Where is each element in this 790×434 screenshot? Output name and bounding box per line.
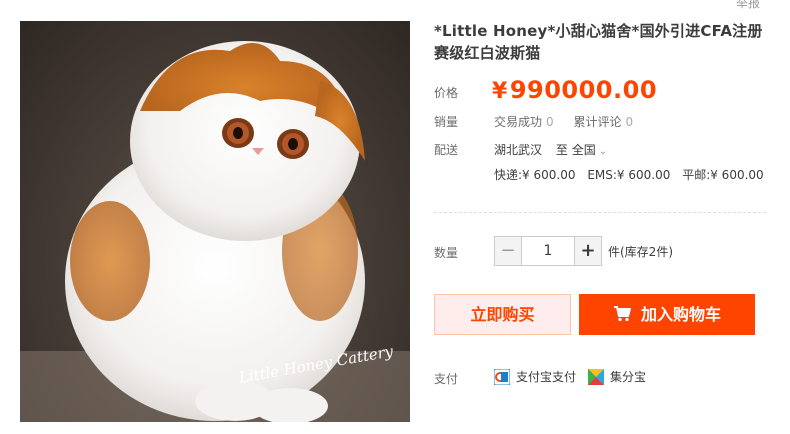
price-value: ¥990000.00 bbox=[492, 76, 657, 104]
product-title: *Little Honey*小甜心猫舍*国外引进CFA注册赛级红白波斯猫 bbox=[434, 22, 763, 62]
quantity-input[interactable]: 1 bbox=[522, 236, 574, 266]
shipping-fees: 快递:¥ 600.00 EMS:¥ 600.00 平邮:¥ 600.00 bbox=[494, 166, 772, 183]
price-amount: 990000.00 bbox=[509, 76, 658, 104]
section-divider bbox=[434, 212, 766, 213]
fee-ems: EMS:¥ 600.00 bbox=[587, 168, 671, 182]
deals-count: 0 bbox=[546, 115, 554, 129]
decrease-quantity-button[interactable]: − bbox=[494, 236, 522, 266]
payment-methods: 支付宝支付 集分宝 bbox=[494, 368, 658, 385]
add-to-cart-button[interactable]: 加入购物车 bbox=[579, 294, 755, 335]
cat-illustration: Little Honey Cattery bbox=[20, 41, 410, 422]
price-label: 价格 bbox=[434, 86, 459, 100]
reviews-label[interactable]: 累计评论 bbox=[573, 115, 621, 129]
payment-method-alipay[interactable]: 支付宝支付 bbox=[494, 368, 576, 385]
shipping-origin: 湖北武汉 bbox=[494, 143, 543, 157]
shipping-destination: 全国 bbox=[571, 143, 596, 157]
increase-quantity-button[interactable]: + bbox=[574, 236, 602, 266]
payment-label: 支付 bbox=[434, 372, 459, 386]
buy-now-button[interactable]: 立即购买 bbox=[434, 294, 571, 335]
quantity-label: 数量 bbox=[434, 246, 459, 260]
currency-symbol: ¥ bbox=[492, 79, 508, 104]
sales-stats: 交易成功 0 累计评论 0 bbox=[494, 113, 649, 130]
shipping-label: 配送 bbox=[434, 143, 459, 157]
fee-surface-mail: 平邮:¥ 600.00 bbox=[682, 168, 764, 182]
shipping-to-word: 至 bbox=[555, 143, 568, 157]
report-link[interactable]: 举报 bbox=[736, 0, 760, 11]
fee-express: 快递:¥ 600.00 bbox=[494, 168, 576, 182]
sales-label: 销量 bbox=[434, 115, 459, 129]
chevron-down-icon: ⌄ bbox=[598, 146, 608, 157]
product-image[interactable]: Little Honey Cattery bbox=[20, 21, 410, 422]
deals-label: 交易成功 bbox=[494, 115, 543, 129]
jifenbao-icon bbox=[588, 368, 605, 385]
shopping-cart-icon bbox=[613, 306, 631, 322]
quantity-stepper: − 1 + bbox=[494, 236, 602, 266]
jifenbao-label: 集分宝 bbox=[610, 370, 647, 384]
alipay-label: 支付宝支付 bbox=[516, 370, 577, 384]
reviews-count: 0 bbox=[625, 115, 634, 129]
shipping-route: 湖北武汉 至 全国 ⌄ bbox=[494, 141, 607, 158]
payment-method-jifenbao[interactable]: 集分宝 bbox=[588, 368, 646, 385]
add-to-cart-label: 加入购物车 bbox=[640, 305, 721, 324]
stock-info: 件(库存2件) bbox=[608, 245, 673, 259]
alipay-icon bbox=[494, 368, 510, 385]
shipping-destination-select[interactable]: 全国 ⌄ bbox=[572, 143, 607, 157]
